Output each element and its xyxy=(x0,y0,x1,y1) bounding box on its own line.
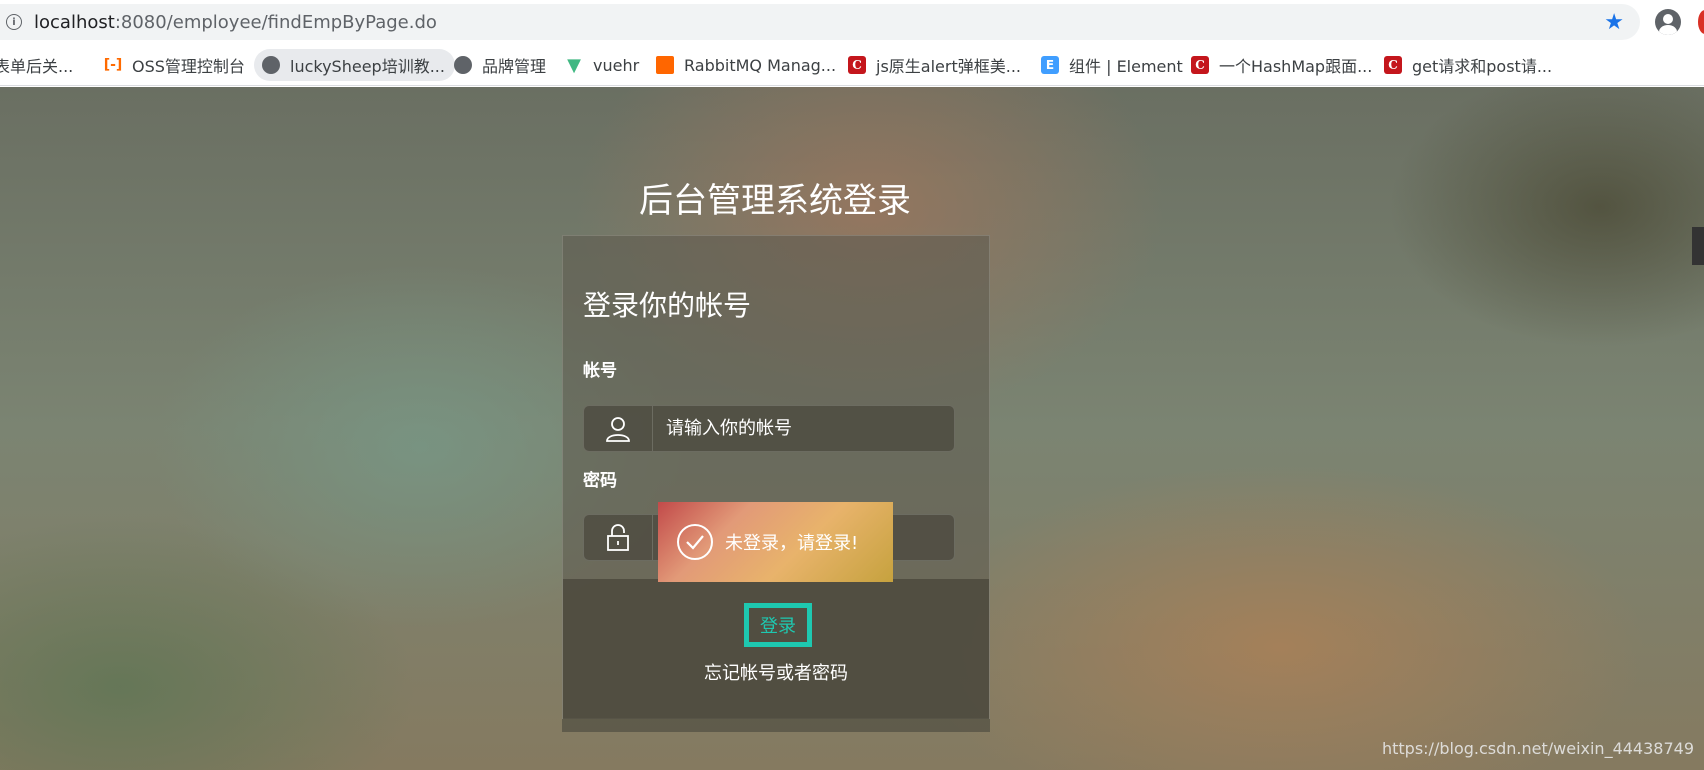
toast-notification: 未登录，请登录! xyxy=(658,502,893,582)
toast-message: 未登录，请登录! xyxy=(725,533,859,554)
bookmark-label: 表单后关... xyxy=(0,57,74,76)
panel-bottom-edge xyxy=(562,719,990,732)
bookmark-label: luckySheep培训教... xyxy=(290,57,445,76)
bookmark-item[interactable]: C 一个HashMap跟面... xyxy=(1191,49,1372,81)
check-circle-icon xyxy=(677,524,713,560)
login-button[interactable]: 登录 xyxy=(744,603,812,647)
bookmark-item[interactable]: 表单后关... xyxy=(0,49,73,81)
element-icon: E xyxy=(1041,56,1059,74)
url-text[interactable]: localhost:8080/employee/findEmpByPage.do xyxy=(34,12,437,33)
forgot-password-link[interactable]: 忘记帐号或者密码 xyxy=(563,659,989,685)
account-icon[interactable] xyxy=(1655,9,1681,35)
user-icon xyxy=(584,406,653,451)
account-label: 帐号 xyxy=(583,361,617,381)
address-bar: i localhost:8080/employee/findEmpByPage.… xyxy=(0,0,1704,44)
csdn-icon: C xyxy=(1191,56,1209,74)
info-icon[interactable]: i xyxy=(6,14,22,30)
bookmark-star-icon[interactable]: ★ xyxy=(1604,10,1624,35)
bookmark-label: 一个HashMap跟面... xyxy=(1219,57,1373,76)
bookmark-label: vuehr xyxy=(593,55,640,75)
bookmark-item[interactable]: 品牌管理 xyxy=(454,49,546,81)
extension-icon[interactable] xyxy=(1698,10,1704,34)
panel-heading: 登录你的帐号 xyxy=(583,289,752,322)
bookmark-label: 品牌管理 xyxy=(482,57,547,76)
bookmark-label: RabbitMQ Manag... xyxy=(684,55,837,75)
bookmark-item[interactable]: C js原生alert弹框美... xyxy=(848,49,1021,81)
watermark: https://blog.csdn.net/weixin_44438749 xyxy=(1381,739,1694,758)
csdn-icon: C xyxy=(848,56,866,74)
bookmark-label: js原生alert弹框美... xyxy=(876,57,1021,76)
bookmark-item[interactable]: ▼ vuehr xyxy=(565,49,639,81)
bookmark-label: OSS管理控制台 xyxy=(132,57,245,76)
account-field xyxy=(583,405,955,452)
bookmarks-bar: 表单后关... [-] OSS管理控制台 luckySheep培训教... 品牌… xyxy=(0,44,1704,86)
panel-footer: 登录 忘记帐号或者密码 xyxy=(563,579,989,719)
csdn-icon: C xyxy=(1384,56,1402,74)
bookmark-item[interactable]: luckySheep培训教... xyxy=(254,49,455,81)
bookmark-item[interactable]: C get请求和post请... xyxy=(1384,49,1552,81)
rabbitmq-icon xyxy=(656,56,674,74)
page-background: 后台管理系统登录 登录你的帐号 帐号 密码 xyxy=(0,87,1704,770)
login-panel: 登录你的帐号 帐号 密码 登录 忘记帐 xyxy=(562,235,990,719)
globe-icon xyxy=(454,56,472,74)
globe-icon xyxy=(262,56,280,74)
bookmark-label: 组件 | Element xyxy=(1069,57,1183,76)
lock-icon xyxy=(584,515,653,560)
oss-icon: [-] xyxy=(103,57,123,73)
bookmark-item[interactable]: RabbitMQ Manag... xyxy=(656,49,836,81)
bookmark-item[interactable]: E 组件 | Element xyxy=(1041,49,1183,81)
bookmark-label: get请求和post请... xyxy=(1412,57,1553,76)
bookmark-item[interactable]: [-] OSS管理控制台 xyxy=(104,49,245,81)
side-widget[interactable] xyxy=(1692,227,1704,265)
account-input[interactable] xyxy=(653,406,954,451)
omnibox[interactable]: i localhost:8080/employee/findEmpByPage.… xyxy=(0,4,1640,40)
page-title: 后台管理系统登录 xyxy=(639,181,911,221)
password-label: 密码 xyxy=(583,471,617,491)
vue-icon: ▼ xyxy=(567,54,581,76)
